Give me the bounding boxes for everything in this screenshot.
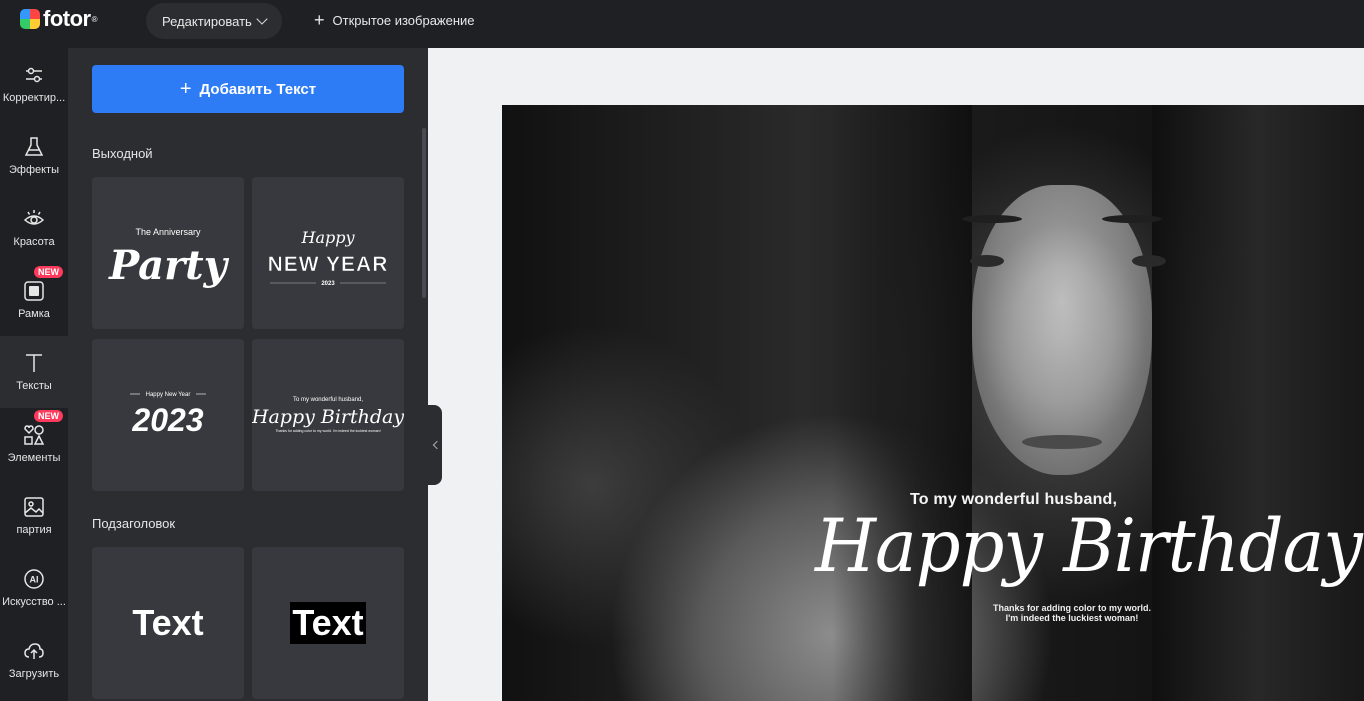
rail-label-ai-art: Искусство ... — [2, 596, 66, 608]
text-panel: + Добавить Текст Выходной The Anniversar… — [68, 48, 428, 701]
canvas-photo[interactable]: To my wonderful husband, Happy Birthday … — [502, 105, 1364, 701]
add-text-button[interactable]: + Добавить Текст — [92, 65, 404, 113]
canvas-text-line3b: I'm indeed the luckiest woman! — [1005, 613, 1139, 623]
tile-text-highlight-label: Text — [290, 602, 366, 644]
logo-mark-icon — [20, 9, 40, 29]
flask-icon — [23, 136, 45, 158]
template-tile-birthday[interactable]: To my wonderful husband, Happy Birthday … — [252, 339, 404, 491]
tool-rail: Корректир... Эффекты Красота NEW Рамка Т… — [0, 48, 68, 701]
template-tile-text-highlight[interactable]: Text — [252, 547, 404, 699]
new-badge: NEW — [34, 410, 63, 422]
tile-party-big: Party — [108, 242, 229, 289]
canvas-text-line3[interactable]: Thanks for adding color to my world. I'm… — [972, 603, 1172, 623]
tile-newyear-script: Happy — [300, 228, 355, 247]
plus-icon: + — [179, 77, 192, 100]
text-icon — [23, 352, 45, 374]
collapse-panel-button[interactable] — [428, 405, 442, 485]
rail-item-batch[interactable]: партия — [0, 480, 68, 552]
upload-cloud-icon — [23, 640, 45, 662]
logo-text: fotor — [43, 6, 91, 31]
rail-label-text: Тексты — [16, 380, 52, 392]
template-tile-text-plain[interactable]: Text — [92, 547, 244, 699]
add-text-label: Добавить Текст — [199, 80, 317, 98]
rail-label-frame: Рамка — [18, 308, 50, 320]
rail-label-elements: Элементы — [7, 452, 61, 464]
edit-menu-button[interactable]: Редактировать — [146, 3, 282, 39]
rail-label-adjust: Корректир... — [2, 92, 66, 104]
section-title-subheading: Подзаголовок — [92, 516, 176, 531]
tile-birthday-big: Happy Birthday — [252, 406, 404, 428]
eye-icon — [23, 208, 45, 230]
chevron-down-icon — [256, 13, 268, 25]
rail-label-batch: партия — [16, 524, 52, 536]
rail-label-effects: Эффекты — [8, 164, 59, 176]
svg-text:AI: AI — [30, 575, 39, 585]
fotor-logo[interactable]: fotor ® — [20, 6, 98, 32]
section-title-holiday: Выходной — [92, 146, 153, 161]
template-tile-2023[interactable]: Happy New Year 2023 — [92, 339, 244, 491]
tile-birthday-small: To my wonderful husband, — [293, 397, 363, 403]
sliders-icon — [23, 64, 45, 86]
tile-text-plain-label: Text — [132, 602, 204, 643]
rail-item-ai-art[interactable]: AI Искусство ... — [0, 552, 68, 624]
logo-registered: ® — [91, 14, 98, 24]
rail-item-frame[interactable]: NEW Рамка — [0, 264, 68, 336]
plus-icon: + — [314, 10, 325, 30]
tile-2023-big: 2023 — [131, 402, 203, 438]
tile-birthday-tiny: Thanks for adding color to my world. I'm… — [275, 429, 380, 433]
open-image-button[interactable]: + Открытое изображение — [314, 10, 475, 30]
tile-2023-small: Happy New Year — [146, 392, 191, 398]
rail-item-beauty[interactable]: Красота — [0, 192, 68, 264]
rail-label-upload: Загрузить — [8, 668, 60, 680]
batch-image-icon — [23, 496, 45, 518]
ai-icon: AI — [23, 568, 45, 590]
rail-item-effects[interactable]: Эффекты — [0, 120, 68, 192]
rail-label-beauty: Красота — [13, 236, 55, 248]
chevron-left-icon — [432, 440, 441, 450]
rail-item-elements[interactable]: NEW Элементы — [0, 408, 68, 480]
panel-scrollbar[interactable] — [422, 128, 426, 298]
tile-party-small: The Anniversary — [135, 227, 201, 237]
open-image-label: Открытое изображение — [332, 12, 475, 28]
rail-item-adjust[interactable]: Корректир... — [0, 48, 68, 120]
shapes-icon — [23, 424, 45, 446]
rail-item-upload[interactable]: Загрузить — [0, 624, 68, 696]
tile-newyear-year: 2023 — [321, 281, 335, 287]
edit-menu-label: Редактировать — [162, 13, 252, 29]
canvas-text-layer: To my wonderful husband, Happy Birthday … — [502, 105, 1364, 701]
template-tile-party[interactable]: The Anniversary Party — [92, 177, 244, 329]
frame-icon — [23, 280, 45, 302]
canvas-text-line2[interactable]: Happy Birthday — [815, 503, 1363, 589]
new-badge: NEW — [34, 266, 63, 278]
tile-newyear-big: NEW YEAR — [268, 253, 389, 276]
canvas-text-line3a: Thanks for adding color to my world. — [992, 603, 1151, 613]
top-bar: fotor ® Редактировать + Открытое изображ… — [0, 0, 1364, 48]
template-tile-new-year[interactable]: Happy NEW YEAR 2023 — [252, 177, 404, 329]
rail-item-text[interactable]: Тексты — [0, 336, 68, 408]
